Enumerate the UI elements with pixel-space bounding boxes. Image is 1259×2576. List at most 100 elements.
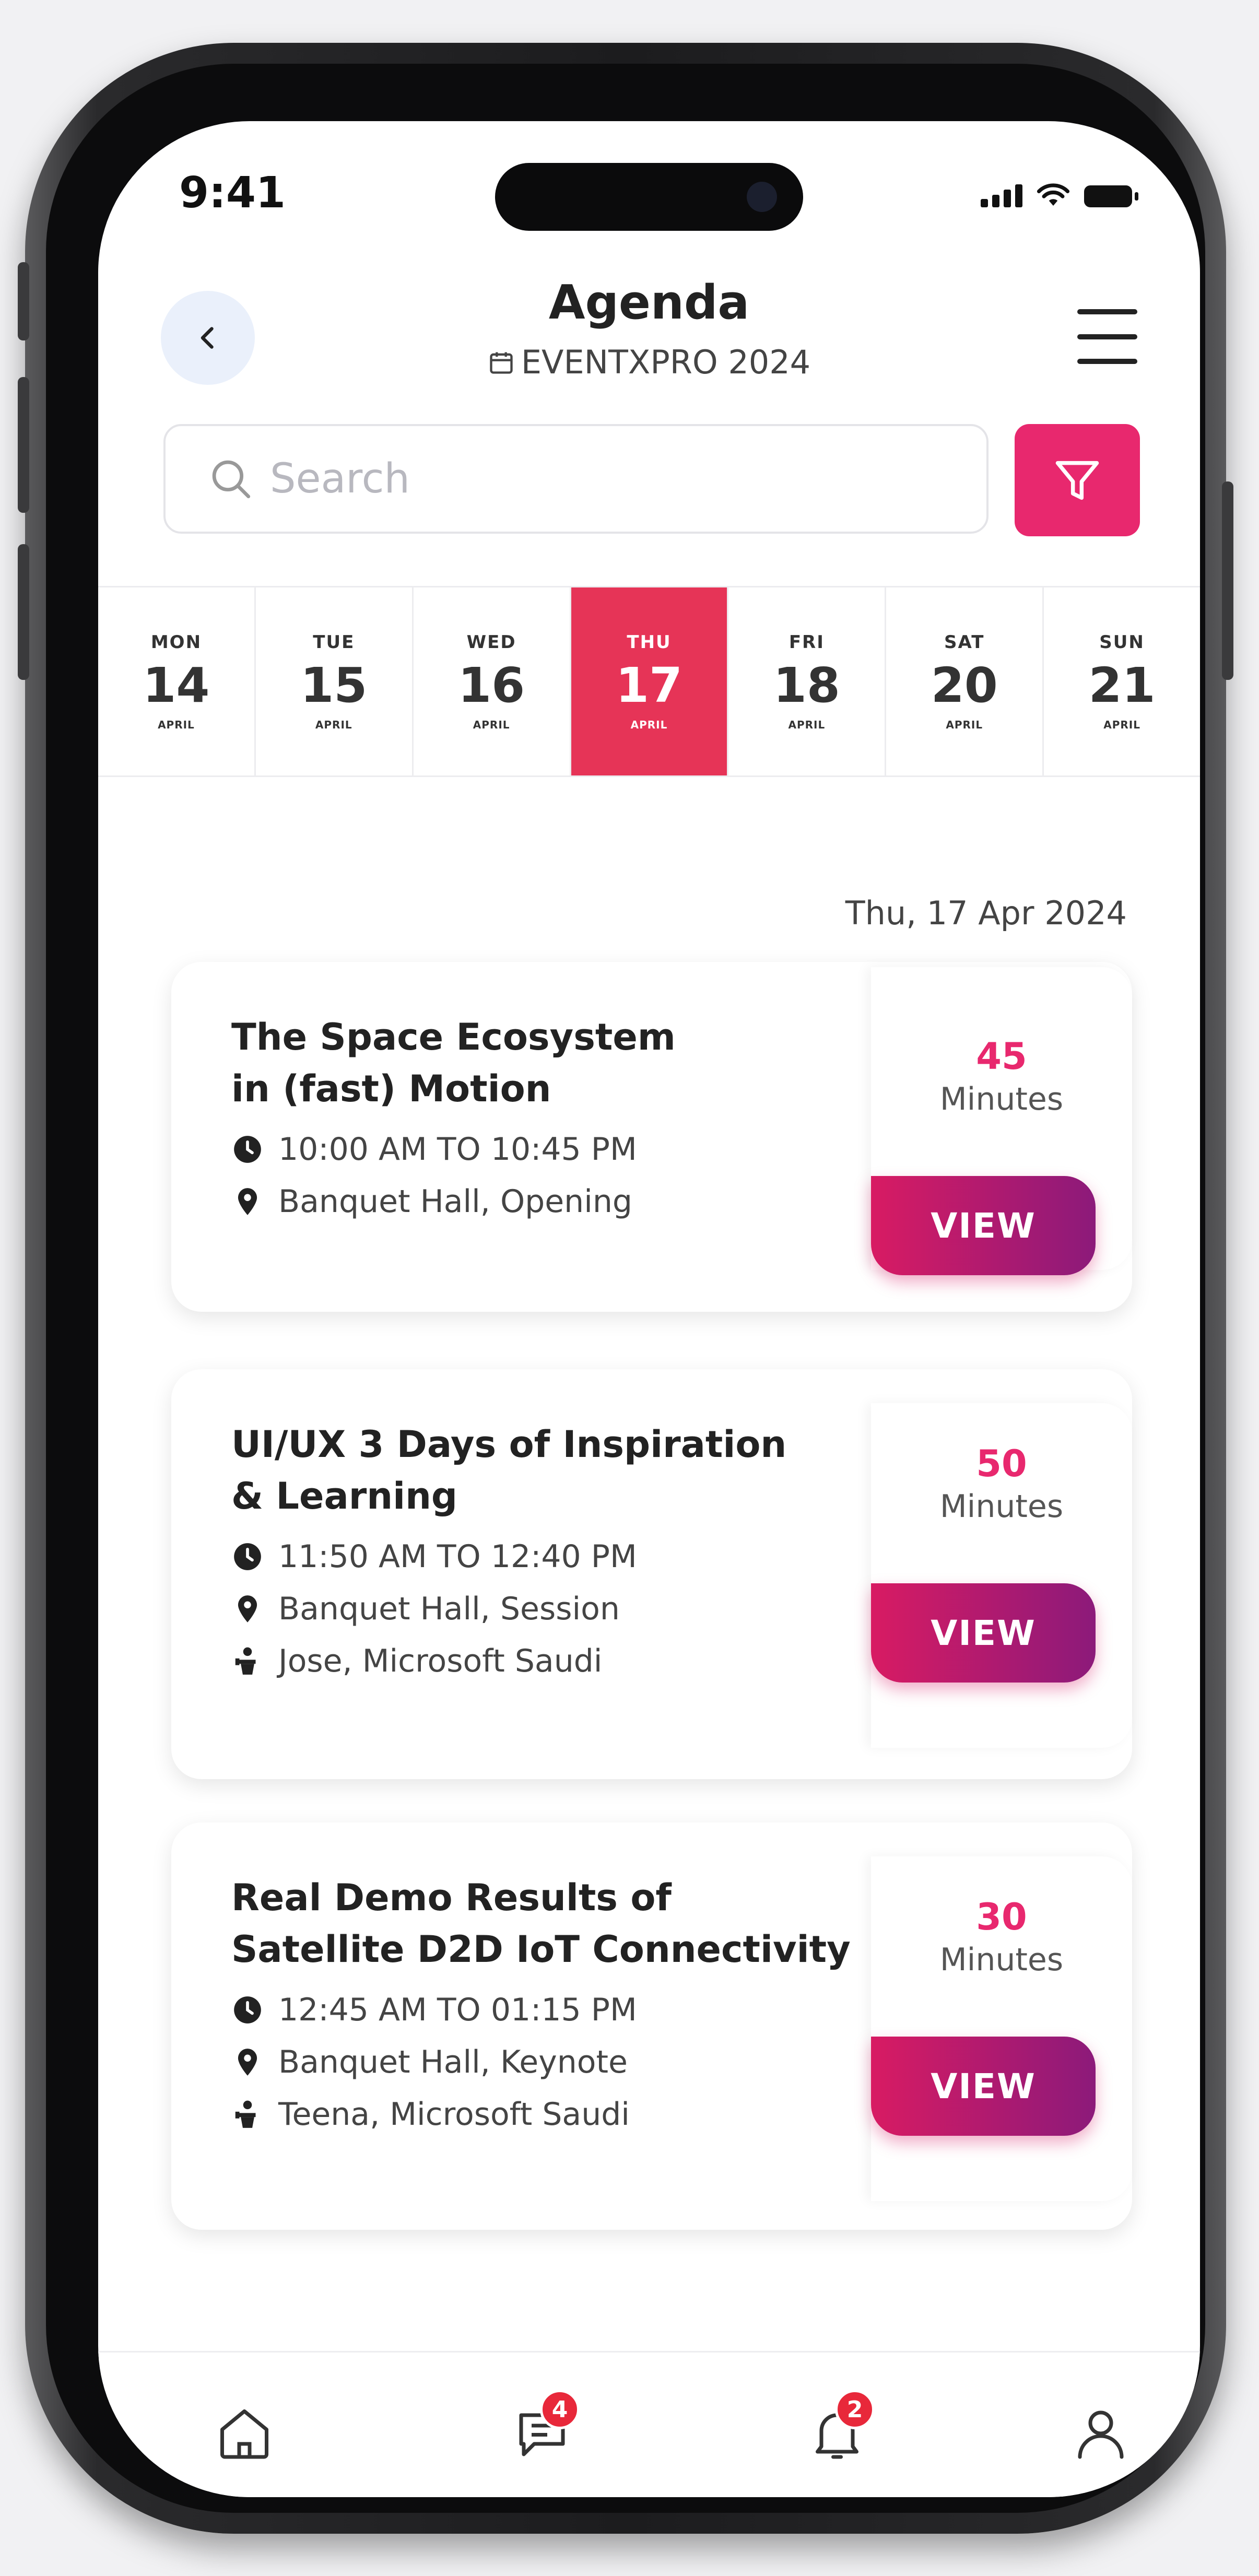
speaker-icon (235, 1647, 256, 1675)
speaker-icon (235, 2100, 256, 2128)
search-box[interactable] (163, 424, 989, 534)
date-month: APRIL (473, 719, 510, 732)
session-title-line: in (fast) Motion (231, 1067, 551, 1111)
date-month: APRIL (1103, 719, 1140, 732)
date-month: APRIL (946, 719, 983, 732)
session-location-row: Banquet Hall, Opening (231, 1183, 874, 1220)
date-item-sun[interactable]: SUN 21 APRIL (1044, 587, 1200, 775)
session-card[interactable]: Real Demo Results of Satellite D2D IoT C… (171, 1822, 1132, 2230)
messages-badge: 4 (540, 2390, 580, 2429)
date-dow: MON (150, 631, 202, 653)
date-dow: WED (466, 631, 516, 653)
date-day: 18 (773, 657, 840, 713)
side-button-power (1222, 481, 1233, 680)
session-title-line: UI/UX 3 Days of Inspiration (231, 1423, 787, 1466)
date-month: APRIL (158, 719, 195, 732)
session-info: Real Demo Results of Satellite D2D IoT C… (231, 1872, 874, 2133)
session-duration-panel: 45 Minutes VIEW (871, 967, 1132, 1275)
date-month: APRIL (315, 719, 352, 732)
session-card[interactable]: The Space Ecosystem in (fast) Motion 10:… (171, 962, 1132, 1312)
session-duration-panel: 50 Minutes VIEW (871, 1403, 1132, 1748)
clock-icon (234, 1135, 261, 1163)
duration-value: 50 (976, 1442, 1027, 1485)
date-day: 17 (615, 657, 683, 713)
view-button[interactable]: VIEW (871, 1176, 1096, 1275)
date-month: APRIL (630, 719, 668, 732)
calendar-icon (490, 352, 513, 374)
status-icons (981, 181, 1138, 207)
duration-value: 45 (976, 1035, 1027, 1078)
home-icon (220, 2409, 268, 2459)
session-time: 10:00 AM TO 10:45 PM (278, 1131, 637, 1168)
menu-icon-line (1077, 309, 1137, 314)
session-title-line: Satellite D2D IoT Connectivity (231, 1928, 851, 1971)
side-button-volume-up (18, 377, 29, 513)
date-dow: THU (627, 631, 672, 653)
signal-icon (981, 184, 1022, 207)
date-day: 21 (1088, 657, 1156, 713)
date-item-wed[interactable]: WED 16 APRIL (414, 587, 571, 775)
duration-value: 30 (976, 1896, 1027, 1938)
app-screen: 9:41 Agenda EVENTXPRO 2024 Search MON 14… (98, 121, 1200, 2497)
duration-unit: Minutes (939, 1942, 1064, 1978)
date-month: APRIL (788, 719, 826, 732)
session-speaker: Jose, Microsoft Saudi (278, 1642, 603, 1679)
side-button-silent (18, 262, 29, 340)
location-pin-icon (238, 2048, 257, 2076)
wifi-icon (1037, 183, 1070, 206)
filter-button[interactable] (1015, 424, 1140, 536)
date-selector: MON 14 APRIL TUE 15 APRIL WED 16 APRIL T… (98, 586, 1200, 777)
phone-frame: 9:41 Agenda EVENTXPRO 2024 Search MON 14… (18, 43, 1233, 2534)
session-location: Banquet Hall, Keynote (278, 2043, 628, 2080)
date-dow: SAT (944, 631, 985, 653)
date-day: 20 (931, 657, 998, 713)
date-item-fri[interactable]: FRI 18 APRIL (728, 587, 887, 775)
session-card[interactable]: UI/UX 3 Days of Inspiration & Learning 1… (171, 1369, 1132, 1779)
date-item-mon[interactable]: MON 14 APRIL (98, 587, 256, 775)
session-time-row: 11:50 AM TO 12:40 PM (231, 1538, 874, 1575)
view-button[interactable]: VIEW (871, 2037, 1096, 2136)
date-day: 15 (300, 657, 368, 713)
page-title: Agenda (548, 275, 750, 330)
nav-messages[interactable]: 4 (505, 2390, 580, 2470)
nav-home[interactable] (208, 2397, 281, 2470)
session-location: Banquet Hall, Session (278, 1590, 620, 1627)
filter-icon (1055, 461, 1099, 500)
session-title: Real Demo Results of Satellite D2D IoT C… (231, 1872, 874, 1976)
view-button[interactable]: VIEW (871, 1583, 1096, 1683)
session-title: UI/UX 3 Days of Inspiration & Learning (231, 1419, 874, 1523)
session-time-row: 10:00 AM TO 10:45 PM (231, 1131, 874, 1168)
bottom-navigation: 4 2 (98, 2351, 1200, 2497)
date-dow: FRI (789, 631, 825, 653)
menu-icon-line (1077, 359, 1137, 364)
user-icon (1078, 2410, 1124, 2459)
nav-notifications[interactable]: 2 (801, 2390, 875, 2470)
battery-icon (1084, 185, 1138, 207)
session-location: Banquet Hall, Opening (278, 1183, 632, 1220)
search-input[interactable] (269, 455, 950, 503)
session-duration-panel: 30 Minutes VIEW (871, 1856, 1132, 2201)
location-pin-icon (238, 1595, 257, 1622)
location-pin-icon (238, 1187, 257, 1215)
session-speaker: Teena, Microsoft Saudi (278, 2096, 630, 2133)
date-dow: SUN (1099, 631, 1145, 653)
session-speaker-row: Teena, Microsoft Saudi (231, 2096, 874, 2133)
session-title-line: The Space Ecosystem (231, 1016, 676, 1058)
camera-icon (747, 182, 777, 212)
session-time: 11:50 AM TO 12:40 PM (278, 1538, 637, 1575)
date-dow: TUE (313, 631, 355, 653)
search-icon (212, 460, 251, 499)
session-time-row: 12:45 AM TO 01:15 PM (231, 1992, 874, 2028)
clock-icon (234, 1996, 261, 2024)
date-day: 14 (143, 657, 210, 713)
session-location-row: Banquet Hall, Keynote (231, 2044, 874, 2080)
session-speaker-row: Jose, Microsoft Saudi (231, 1643, 874, 1679)
menu-icon-line (1077, 334, 1137, 339)
date-item-tue[interactable]: TUE 15 APRIL (256, 587, 414, 775)
status-time: 9:41 (179, 168, 286, 218)
date-item-sat[interactable]: SAT 20 APRIL (886, 587, 1044, 775)
date-item-thu-selected[interactable]: THU 17 APRIL (571, 587, 729, 775)
nav-profile[interactable] (1064, 2397, 1137, 2470)
session-location-row: Banquet Hall, Session (231, 1591, 874, 1627)
menu-button[interactable] (1077, 309, 1137, 364)
